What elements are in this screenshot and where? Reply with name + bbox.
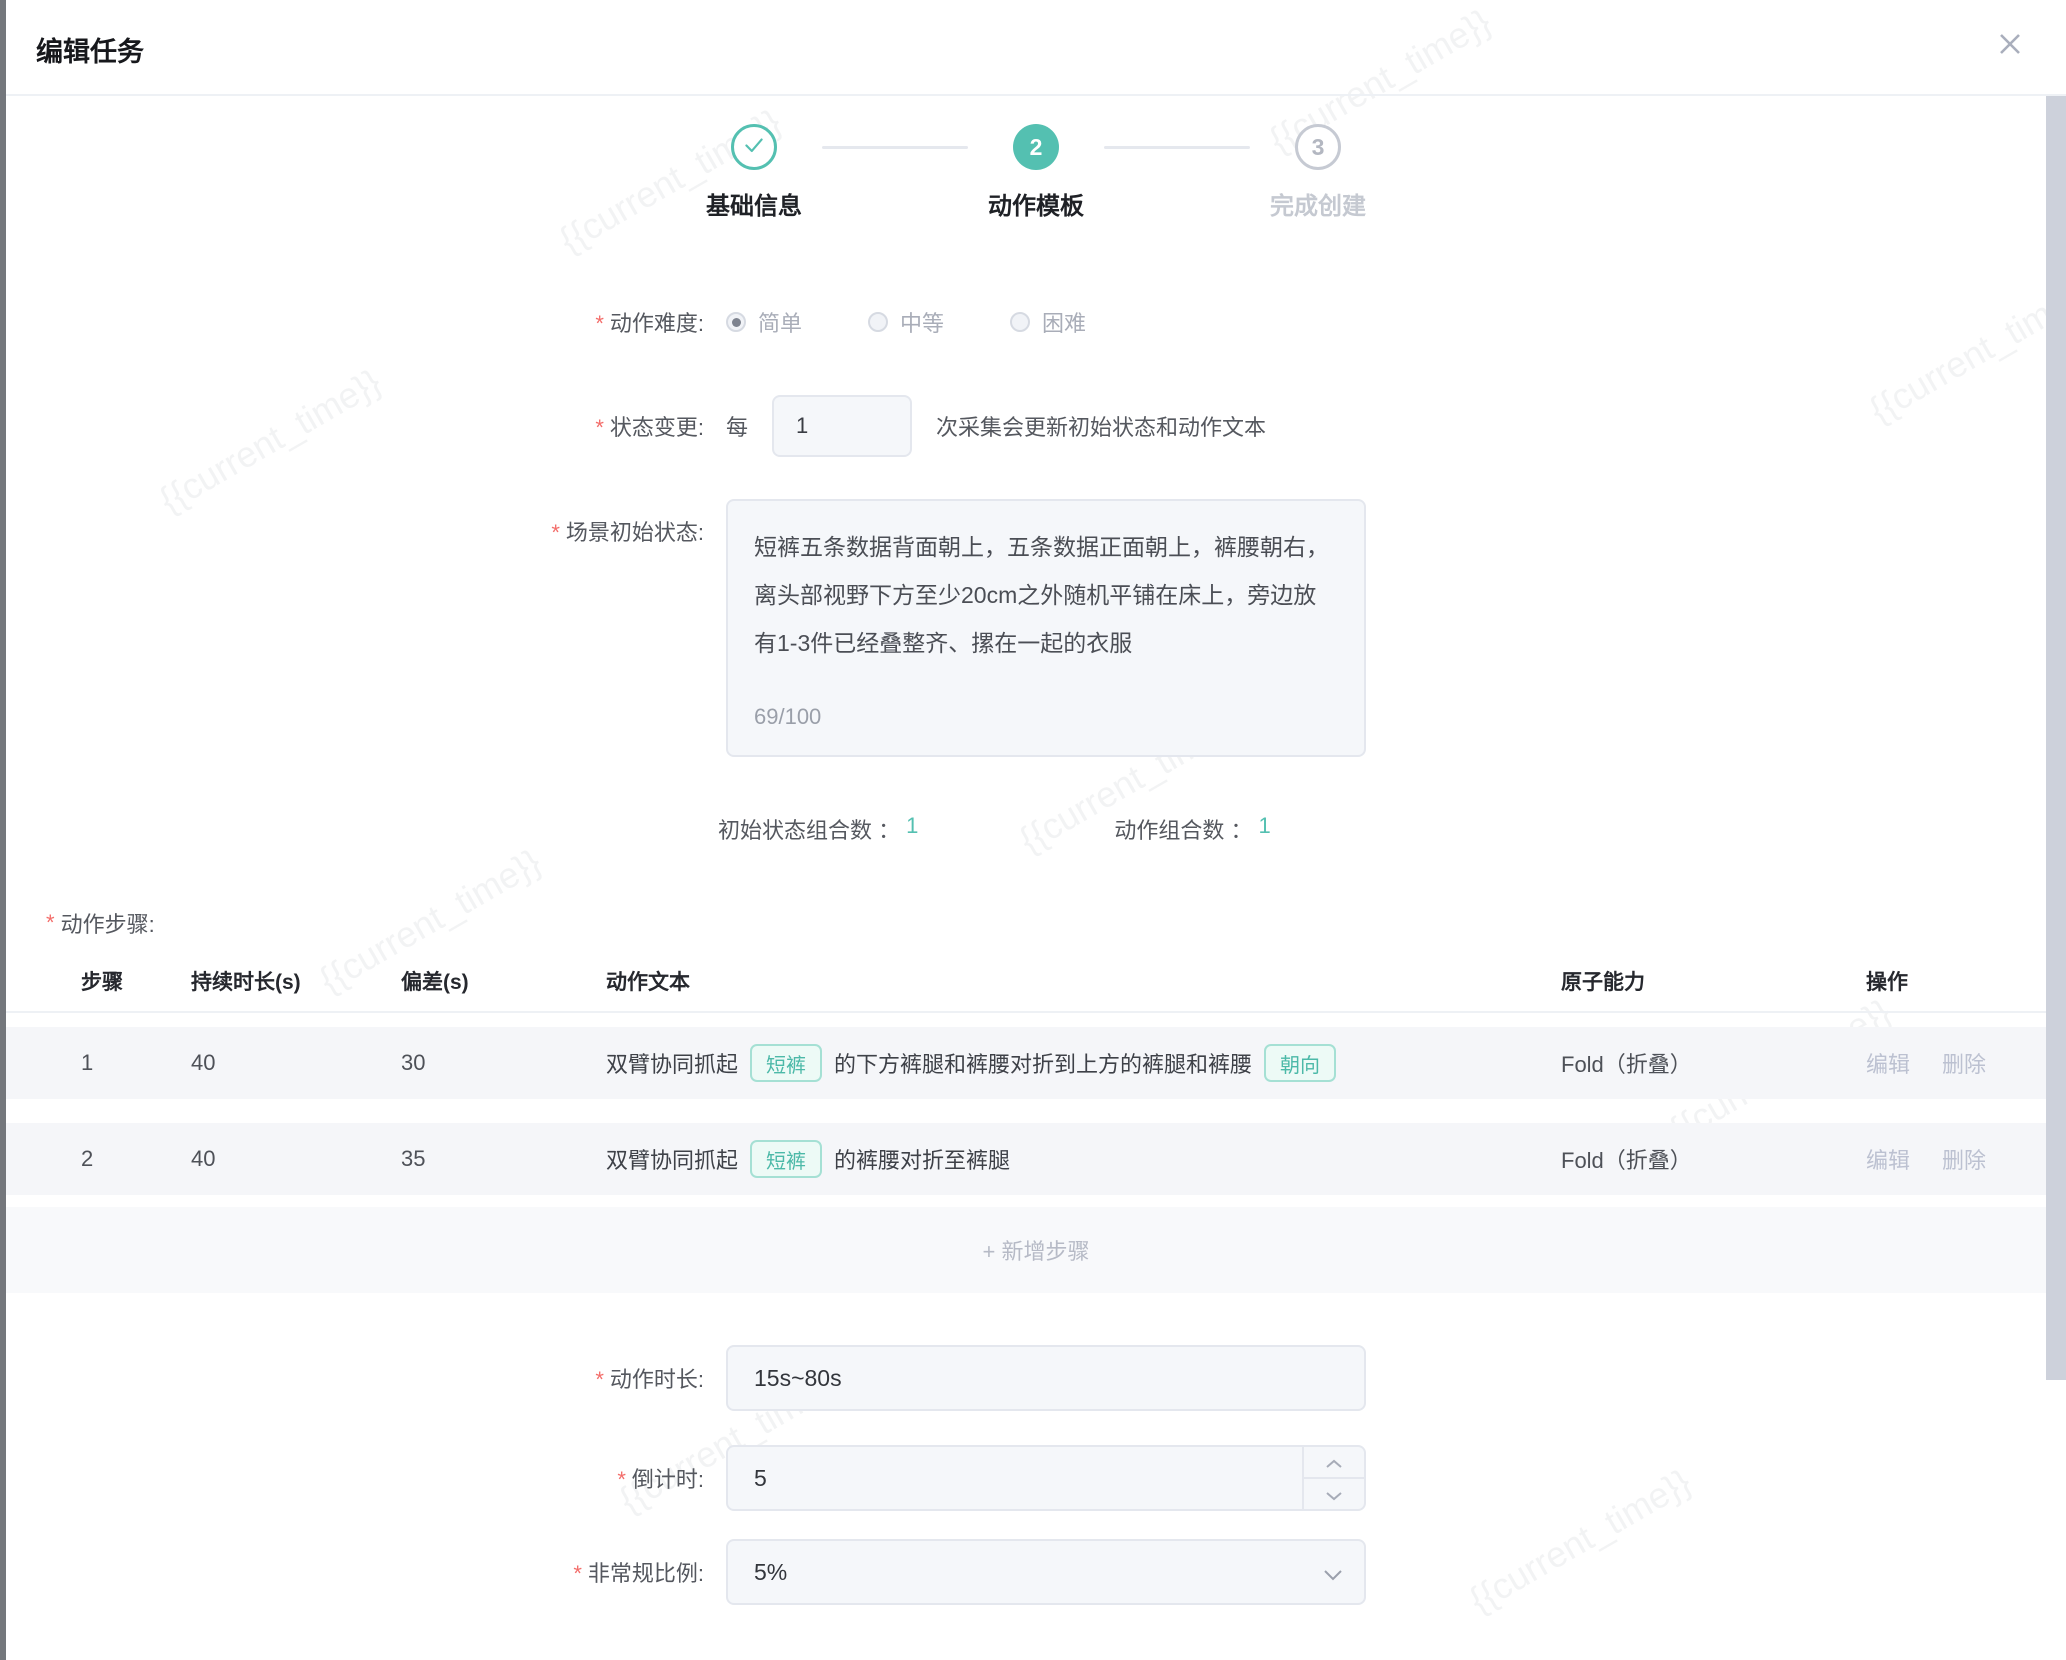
step-wizard: 基础信息 2 动作模板 3 完成创建 <box>686 124 1386 221</box>
radio-difficulty-medium[interactable]: 中等 <box>868 306 944 338</box>
cell-operations: 编辑 删除 <box>1866 1047 2026 1079</box>
required-mark: * <box>46 910 55 936</box>
stepper-increase-button[interactable] <box>1304 1447 1364 1479</box>
delete-link[interactable]: 删除 <box>1942 1143 1986 1175</box>
cell-action-text: 双臂协同抓起 短裤 的下方裤腿和裤腰对折到上方的裤腿和裤腰 朝向 <box>606 1044 1561 1082</box>
table-row: 1 40 30 双臂协同抓起 短裤 的下方裤腿和裤腰对折到上方的裤腿和裤腰 朝向… <box>6 1027 2066 1099</box>
col-header-deviation: 偏差(s) <box>401 966 606 996</box>
add-step-button[interactable]: + 新增步骤 <box>983 1234 1090 1266</box>
scene-initial-state-field: *场景初始状态: 短裤五条数据背面朝上，五条数据正面朝上，裤腰朝右，离头部视野下… <box>6 499 2066 757</box>
scene-initial-state-label: *场景初始状态: <box>6 515 712 547</box>
action-duration-input[interactable]: 15s~80s <box>726 1345 1366 1411</box>
action-duration-label: *动作时长: <box>6 1362 712 1394</box>
required-mark: * <box>617 1467 626 1492</box>
step-label: 基础信息 <box>706 186 802 221</box>
cell-operations: 编辑 删除 <box>1866 1143 2026 1175</box>
object-tag: 短裤 <box>750 1044 822 1082</box>
radio-icon <box>1010 312 1030 332</box>
combination-counts: 初始状态组合数 ： 1 动作组合数 ： 1 <box>718 813 2066 845</box>
radio-label: 中等 <box>900 306 944 338</box>
radio-icon <box>868 312 888 332</box>
add-step-band: + 新增步骤 <box>6 1207 2066 1293</box>
step-number: 2 <box>1013 124 1059 170</box>
edit-link[interactable]: 编辑 <box>1866 1047 1910 1079</box>
initial-combo-value: 1 <box>906 813 918 845</box>
step-connector <box>1104 146 1250 149</box>
unusual-ratio-field: *非常规比例: 5% <box>6 1539 2066 1605</box>
action-duration-field: *动作时长: 15s~80s <box>6 1345 2066 1411</box>
radio-difficulty-hard[interactable]: 困难 <box>1010 306 1086 338</box>
number-stepper <box>1302 1447 1364 1509</box>
required-mark: * <box>595 311 604 336</box>
cell-deviation: 30 <box>401 1050 606 1076</box>
col-header-step: 步骤 <box>81 966 191 996</box>
cell-step: 2 <box>81 1146 191 1172</box>
unusual-ratio-label: *非常规比例: <box>6 1556 712 1588</box>
radio-label: 困难 <box>1042 306 1086 338</box>
chevron-down-icon <box>1325 1481 1343 1508</box>
step-number: 3 <box>1295 124 1341 170</box>
cell-ability: Fold（折叠） <box>1561 1047 1866 1079</box>
difficulty-field: *动作难度: 简单 中等 困难 <box>6 305 2066 339</box>
action-combo-value: 1 <box>1259 813 1271 845</box>
edit-link[interactable]: 编辑 <box>1866 1143 1910 1175</box>
required-mark: * <box>551 520 560 545</box>
edit-task-modal: {{current_time}} {{current_time}} {{curr… <box>6 0 2066 1660</box>
close-button[interactable] <box>1988 24 2032 68</box>
table-header-row: 步骤 持续时长(s) 偏差(s) 动作文本 原子能力 操作 <box>6 951 2066 1013</box>
col-header-duration: 持续时长(s) <box>191 966 401 996</box>
cell-deviation: 35 <box>401 1146 606 1172</box>
required-mark: * <box>595 415 604 440</box>
wizard-step-basic-info: 基础信息 <box>686 124 822 221</box>
step-connector <box>822 146 968 149</box>
col-header-ability: 原子能力 <box>1561 966 1866 996</box>
wizard-step-finish: 3 完成创建 <box>1250 124 1386 221</box>
stepper-decrease-button[interactable] <box>1304 1479 1364 1509</box>
page-backdrop-edge <box>0 0 6 1660</box>
initial-combo-label: 初始状态组合数 ： <box>718 813 900 845</box>
step-label: 完成创建 <box>1270 186 1366 221</box>
countdown-label: *倒计时: <box>6 1462 712 1494</box>
difficulty-label: *动作难度: <box>6 306 712 338</box>
radio-difficulty-easy[interactable]: 简单 <box>726 306 802 338</box>
object-tag: 短裤 <box>750 1140 822 1178</box>
radio-icon <box>726 312 746 332</box>
countdown-field: *倒计时: 5 <box>6 1445 2066 1511</box>
orientation-tag: 朝向 <box>1264 1044 1336 1082</box>
step-label: 动作模板 <box>988 186 1084 221</box>
col-header-operations: 操作 <box>1866 966 2026 996</box>
delete-link[interactable]: 删除 <box>1942 1047 1986 1079</box>
cell-ability: Fold（折叠） <box>1561 1143 1866 1175</box>
scene-initial-state-textarea[interactable]: 短裤五条数据背面朝上，五条数据正面朝上，裤腰朝右，离头部视野下方至少20cm之外… <box>726 499 1366 757</box>
cell-duration: 40 <box>191 1050 401 1076</box>
countdown-input[interactable]: 5 <box>726 1445 1366 1511</box>
state-change-field: *状态变更: 每 1 次采集会更新初始状态和动作文本 <box>6 395 2066 457</box>
modal-title: 编辑任务 <box>36 30 144 69</box>
table-row: 2 40 35 双臂协同抓起 短裤 的裤腰对折至裤腿 Fold（折叠） 编辑 删… <box>6 1123 2066 1195</box>
cell-action-text: 双臂协同抓起 短裤 的裤腰对折至裤腿 <box>606 1140 1561 1178</box>
state-change-label: *状态变更: <box>6 410 712 442</box>
state-change-prefix: 每 <box>726 410 748 442</box>
cell-step: 1 <box>81 1050 191 1076</box>
close-icon <box>1994 28 2026 65</box>
modal-header: 编辑任务 <box>6 0 2066 96</box>
chevron-up-icon <box>1325 1449 1343 1476</box>
radio-label: 简单 <box>758 306 802 338</box>
col-header-action-text: 动作文本 <box>606 966 1561 996</box>
unusual-ratio-select[interactable]: 5% <box>726 1539 1366 1605</box>
wizard-step-action-template: 2 动作模板 <box>968 124 1104 221</box>
char-counter: 69/100 <box>754 693 821 741</box>
state-change-input[interactable]: 1 <box>772 395 912 457</box>
scrollbar-thumb[interactable] <box>2046 96 2066 1380</box>
action-combo-label: 动作组合数 ： <box>1114 813 1252 845</box>
action-steps-table: 步骤 持续时长(s) 偏差(s) 动作文本 原子能力 操作 1 40 30 双臂… <box>6 951 2066 1293</box>
cell-duration: 40 <box>191 1146 401 1172</box>
action-steps-section-label: * 动作步骤: <box>46 907 2066 939</box>
chevron-down-icon <box>1322 1561 1344 1588</box>
state-change-suffix: 次采集会更新初始状态和动作文本 <box>936 410 1266 442</box>
required-mark: * <box>573 1561 582 1586</box>
required-mark: * <box>595 1367 604 1392</box>
check-icon <box>741 132 767 163</box>
